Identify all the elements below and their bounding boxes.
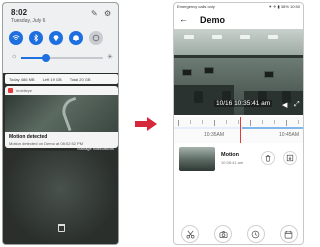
app-bar: ← Demo — [174, 12, 303, 27]
video-timestamp: 10/16 10:35:41 am — [214, 100, 273, 107]
quick-settings-panel: 8:02 Tuesday, July 6 ✎ ⚙ ☼ ☀ — [3, 3, 118, 73]
bluetooth-icon[interactable] — [29, 31, 43, 45]
data-icon[interactable] — [89, 31, 103, 45]
shade-date: Tuesday, July 6 — [11, 18, 46, 24]
gear-icon[interactable]: ⚙ — [104, 9, 111, 18]
brightness-slider[interactable]: ☼ ☀ — [11, 53, 113, 63]
timeline-label: 10:45AM — [279, 132, 300, 138]
location-icon[interactable] — [49, 31, 63, 45]
trash-icon — [265, 155, 271, 162]
arrow-right-icon — [135, 117, 157, 131]
status-right: ⁕ ✈ ▮ 38% 10:50 — [268, 4, 300, 9]
brightness-high-icon: ☀ — [106, 54, 113, 61]
delete-button[interactable] — [261, 151, 275, 165]
wifi-icon[interactable] — [9, 31, 23, 45]
brightness-knob[interactable] — [41, 54, 50, 62]
download-button[interactable] — [283, 151, 297, 165]
download-icon — [286, 154, 294, 162]
playback-timeline[interactable]: 10:35AM 10:45AM — [174, 117, 303, 143]
status-bar: Emergency calls only ⁕ ✈ ▮ 38% 10:50 — [174, 3, 303, 11]
event-time: 10:35:41 am — [221, 160, 244, 165]
status-left: Emergency calls only — [177, 4, 215, 9]
edit-icon[interactable]: ✎ — [91, 9, 98, 18]
calendar-icon[interactable] — [279, 225, 298, 243]
recording-segment[interactable] — [242, 127, 303, 129]
event-list-item[interactable]: Motion 10:35:41 am — [174, 144, 303, 174]
event-thumbnail[interactable] — [179, 147, 215, 171]
usage-left: Left 19 GB — [42, 76, 62, 82]
motion-notification[interactable]: mobileye Motion detected Motion detected… — [5, 86, 118, 148]
clock-icon[interactable] — [246, 225, 265, 243]
volume-icon[interactable]: ◀ — [282, 101, 287, 109]
fullscreen-icon[interactable]: ⤢ — [294, 101, 300, 109]
bell-icon[interactable] — [69, 31, 83, 45]
timeline-label: 10:35AM — [204, 132, 225, 138]
notification-title: Motion detected — [9, 134, 48, 140]
app-icon — [8, 88, 13, 93]
page-title: Demo — [200, 15, 226, 25]
playhead[interactable] — [240, 117, 241, 143]
arrow-back-icon[interactable]: ← — [179, 14, 188, 24]
event-title: Motion — [221, 152, 240, 158]
notification-screen: 8:02 Tuesday, July 6 ✎ ⚙ ☼ ☀ Today 486 M… — [2, 2, 119, 245]
usage-today: Today 486 MB — [9, 76, 35, 82]
video-player[interactable]: 10/16 10:35:41 am ◀ ⤢ — [174, 29, 303, 115]
bottom-toolbar — [174, 223, 303, 244]
shade-time: 8:02 — [11, 8, 28, 17]
usage-total: Total 20 GB — [69, 76, 91, 82]
notification-subtitle: Motion detected on Demo at 08:02:52 PM — [9, 141, 84, 146]
clear-all-icon[interactable] — [58, 224, 65, 232]
camera-app-screen: Emergency calls only ⁕ ✈ ▮ 38% 10:50 ← D… — [173, 2, 304, 245]
brightness-low-icon: ☼ — [11, 53, 18, 60]
scissors-icon[interactable] — [181, 225, 200, 243]
notification-snapshot — [5, 95, 118, 132]
notification-app-name: mobileye — [16, 88, 33, 93]
data-usage-bar[interactable]: Today 486 MB Left 19 GB Total 20 GB — [5, 74, 118, 84]
camera-icon[interactable] — [214, 225, 233, 243]
